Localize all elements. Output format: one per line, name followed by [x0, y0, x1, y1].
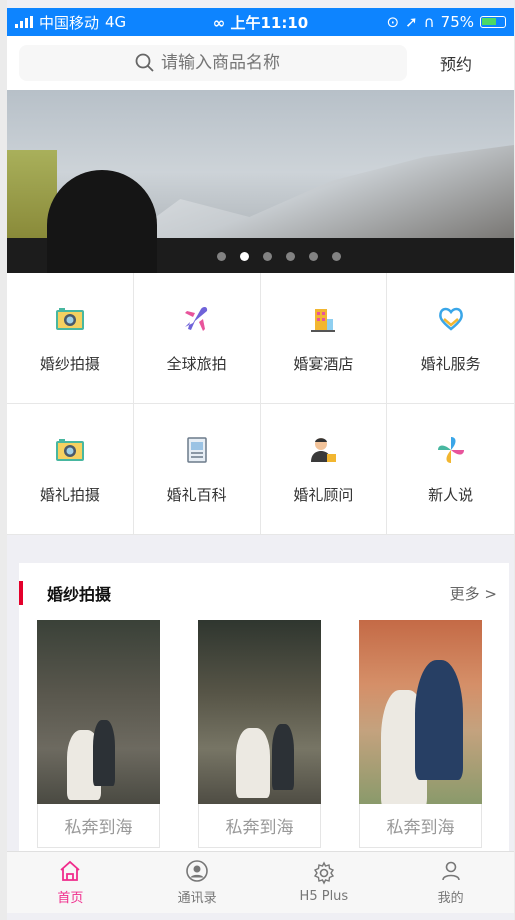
menu-label: 婚宴酒店: [293, 354, 354, 373]
carousel-dot[interactable]: [286, 252, 295, 261]
menu-item-wedding-encyclopedia[interactable]: 婚礼百科: [133, 404, 261, 535]
menu-label: 婚礼服务: [420, 354, 481, 373]
gear-icon: [313, 861, 334, 885]
phone-screen: 中国移动 4G ∞ 上午11:10 ⊙ ➚ ∩ 75% 预约: [7, 0, 514, 920]
menu-item-newlyweds-say[interactable]: 新人说: [387, 404, 514, 535]
carousel-dots: [217, 252, 341, 261]
wedding-photo-section: 婚纱拍摄 更多 > 私奔到海 私奔到海 私奔到海: [19, 563, 509, 853]
contacts-icon: [186, 860, 208, 882]
product-photo: [37, 620, 160, 804]
product-title: 私奔到海: [198, 804, 321, 848]
tab-label: 通讯录: [177, 891, 217, 906]
headphones-icon: ∩: [423, 13, 435, 31]
product-title: 私奔到海: [37, 804, 160, 848]
search-box[interactable]: [19, 45, 407, 81]
tab-home[interactable]: 首页: [7, 852, 134, 913]
tab-label: 首页: [57, 891, 84, 906]
user-icon: [441, 861, 460, 881]
tab-contacts[interactable]: 通讯录: [134, 852, 261, 913]
menu-item-wedding-consultant[interactable]: 婚礼顾问: [260, 404, 388, 535]
battery-percent: 75%: [440, 13, 474, 31]
hotel-icon: [311, 308, 336, 332]
product-title: 私奔到海: [359, 804, 482, 848]
bottom-tab-bar: 首页 通讯录 H5 Plus 我的: [7, 851, 514, 913]
more-link[interactable]: 更多 >: [450, 583, 497, 604]
link-icon: ∞: [212, 13, 226, 32]
carousel-dot[interactable]: [263, 252, 272, 261]
location-icon: ➚: [405, 13, 418, 31]
book-icon: [186, 436, 207, 463]
category-grid: 婚纱拍摄 全球旅拍 婚宴酒店 婚礼服务 婚礼拍摄 婚礼百科 婚礼顾问 新人说: [7, 273, 514, 535]
search-icon: [135, 53, 154, 72]
menu-item-ceremony-photo[interactable]: 婚礼拍摄: [7, 404, 134, 535]
search-input[interactable]: [161, 53, 291, 73]
menu-label: 婚礼顾问: [293, 485, 354, 504]
section-title: 婚纱拍摄: [47, 585, 112, 604]
tab-h5plus[interactable]: H5 Plus: [261, 852, 388, 913]
signal-icon: [15, 16, 33, 28]
carrier-name: 中国移动: [39, 13, 100, 32]
search-header: 预约: [7, 36, 514, 90]
menu-item-banquet-hotel[interactable]: 婚宴酒店: [260, 273, 388, 404]
camera-icon: [55, 307, 84, 330]
product-card[interactable]: 私奔到海: [198, 620, 321, 848]
reserve-button[interactable]: 预约: [440, 51, 472, 75]
section-header: 婚纱拍摄 更多 >: [19, 563, 509, 623]
product-card[interactable]: 私奔到海: [37, 620, 160, 848]
carousel-dot[interactable]: [309, 252, 318, 261]
menu-label: 婚纱拍摄: [39, 354, 100, 373]
camera-icon: [55, 438, 84, 461]
carousel-dot[interactable]: [240, 252, 249, 261]
product-photo: [198, 620, 321, 804]
network-type: 4G: [105, 13, 127, 31]
carousel-dot[interactable]: [217, 252, 226, 261]
menu-label: 婚礼拍摄: [39, 485, 100, 504]
product-card[interactable]: 私奔到海: [359, 620, 482, 848]
battery-icon: [480, 16, 506, 28]
menu-label: 婚礼百科: [166, 485, 227, 504]
lock-rotation-icon: ⊙: [386, 13, 400, 31]
product-photo: [359, 620, 482, 804]
section-accent-bar: [19, 581, 23, 605]
tab-label: 我的: [437, 891, 464, 906]
consultant-icon: [311, 437, 337, 462]
status-bar: 中国移动 4G ∞ 上午11:10 ⊙ ➚ ∩ 75%: [7, 8, 514, 36]
carousel-dot[interactable]: [332, 252, 341, 261]
airplane-icon: [184, 306, 207, 331]
pinwheel-icon: [437, 436, 464, 463]
menu-label: 新人说: [428, 485, 474, 504]
menu-label: 全球旅拍: [166, 354, 227, 373]
tab-mine[interactable]: 我的: [387, 852, 514, 913]
menu-item-wedding-service[interactable]: 婚礼服务: [387, 273, 514, 404]
product-list: 私奔到海 私奔到海 私奔到海: [37, 620, 482, 848]
home-icon: [60, 860, 80, 881]
heart-service-icon: [438, 307, 463, 331]
banner-carousel[interactable]: [7, 90, 514, 273]
status-time: 上午11:10: [230, 13, 309, 32]
menu-item-wedding-photo[interactable]: 婚纱拍摄: [7, 273, 134, 404]
menu-item-travel-photo[interactable]: 全球旅拍: [133, 273, 261, 404]
tab-label: H5 Plus: [299, 889, 349, 904]
